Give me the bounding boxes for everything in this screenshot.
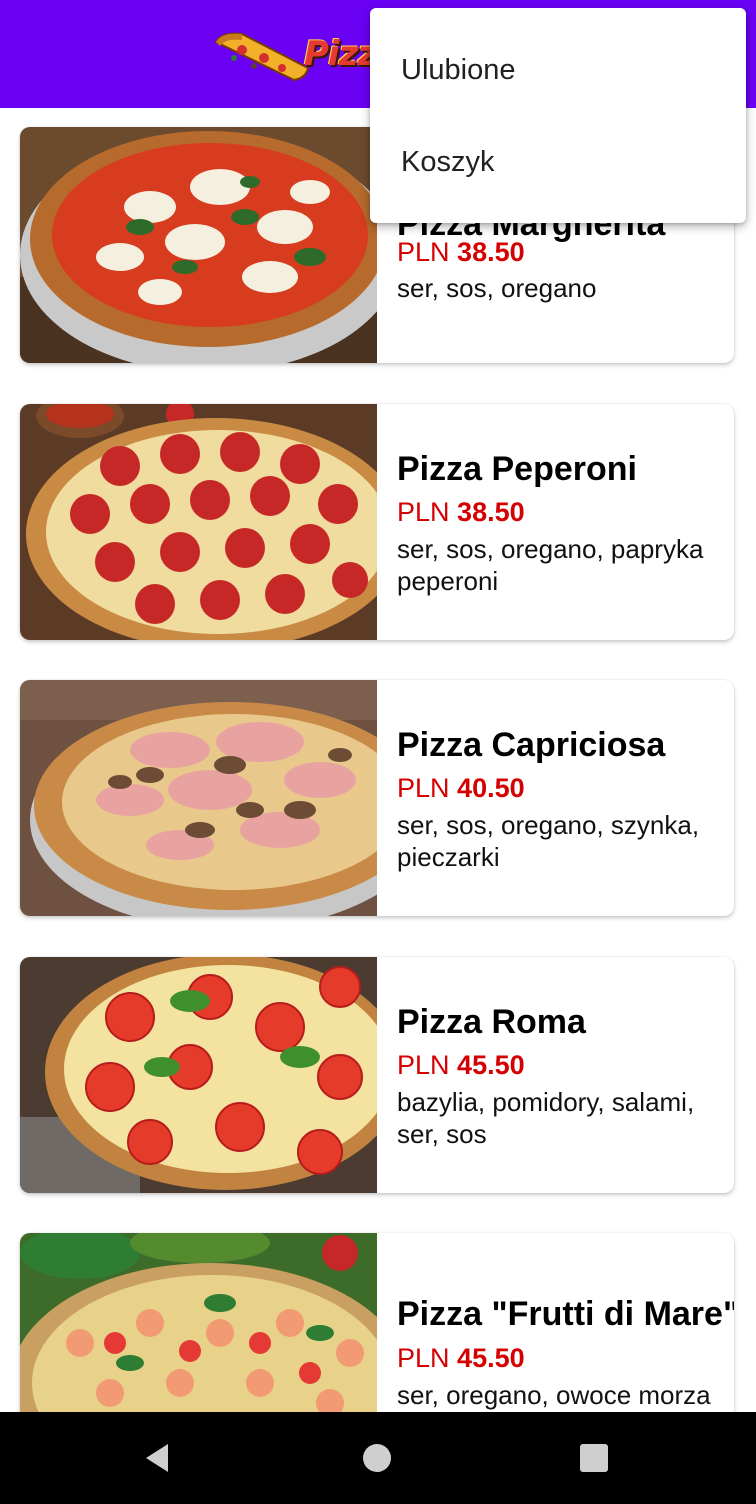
menu-item-cart[interactable]: Koszyk	[370, 116, 746, 208]
price-amount: 38.50	[457, 497, 525, 527]
pizza-price: PLN 40.50	[397, 773, 525, 804]
pizza-price: PLN 45.50	[397, 1343, 525, 1374]
price-currency: PLN	[397, 773, 450, 803]
pizza-image	[20, 1233, 377, 1412]
pizza-name: Pizza Peperoni	[397, 450, 637, 488]
pizza-name: Pizza Capriciosa	[397, 726, 666, 764]
pizza-card[interactable]: Pizza Roma PLN 45.50 bazylia, pomidory, …	[20, 957, 734, 1193]
price-amount: 40.50	[457, 773, 525, 803]
pizza-image	[20, 404, 377, 640]
price-currency: PLN	[397, 237, 450, 267]
back-icon[interactable]	[138, 1438, 178, 1478]
home-icon[interactable]	[357, 1438, 397, 1478]
pizza-image	[20, 127, 377, 363]
price-amount: 45.50	[457, 1343, 525, 1373]
pizza-image	[20, 957, 377, 1193]
pizza-ingredients: ser, sos, oregano, papryka peperoni	[397, 534, 704, 596]
pizza-slice-icon	[214, 32, 310, 82]
menu-item-favorites[interactable]: Ulubione	[370, 24, 746, 116]
pizza-name: Pizza "Frutti di Mare"	[397, 1295, 734, 1333]
price-currency: PLN	[397, 497, 450, 527]
pizza-price: PLN 38.50	[397, 237, 525, 268]
pizza-price: PLN 38.50	[397, 497, 525, 528]
pizza-ingredients: ser, sos, oregano, szynka, pieczarki	[397, 810, 700, 872]
app-logo: Pizza	[212, 28, 392, 84]
pizza-ingredients: bazylia, pomidory, salami, ser, sos	[397, 1087, 695, 1149]
pizza-card[interactable]: Pizza Peperoni PLN 38.50 ser, sos, orega…	[20, 404, 734, 640]
overflow-menu: Ulubione Koszyk	[370, 8, 746, 223]
price-amount: 38.50	[457, 237, 525, 267]
recents-icon[interactable]	[574, 1438, 614, 1478]
pizza-card[interactable]: Pizza Capriciosa PLN 40.50 ser, sos, ore…	[20, 680, 734, 916]
pizza-price: PLN 45.50	[397, 1050, 525, 1081]
pizza-list[interactable]: Pizza Margherita PLN 38.50 ser, sos, ore…	[0, 108, 756, 1412]
pizza-name: Pizza Roma	[397, 1003, 586, 1041]
system-nav-bar	[0, 1412, 756, 1504]
pizza-ingredients: ser, oregano, owoce morza	[397, 1380, 711, 1410]
pizza-image	[20, 680, 377, 916]
price-currency: PLN	[397, 1050, 450, 1080]
price-amount: 45.50	[457, 1050, 525, 1080]
price-currency: PLN	[397, 1343, 450, 1373]
pizza-ingredients: ser, sos, oregano	[397, 273, 597, 303]
pizza-card[interactable]: Pizza "Frutti di Mare" PLN 45.50 ser, or…	[20, 1233, 734, 1412]
